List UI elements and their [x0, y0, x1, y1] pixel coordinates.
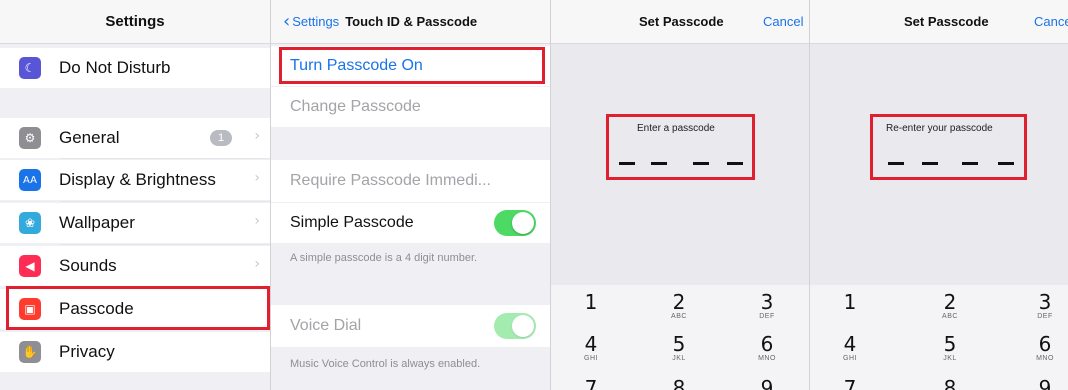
set-passcode-title: Set Passcode	[904, 14, 989, 29]
chevron-right-icon: ›	[254, 213, 260, 229]
change-passcode-button: Change Passcode	[271, 87, 550, 127]
require-passcode-label: Require Passcode Immedi...	[290, 172, 491, 189]
voice-dial-note: Music Voice Control is always enabled.	[290, 358, 481, 370]
key-4[interactable]: 4 GHI	[810, 333, 890, 362]
key-2[interactable]: 2 ABC	[639, 291, 719, 320]
settings-item-label: Sounds	[59, 256, 117, 275]
set-passcode-navbar: Set Passcode Cance	[810, 0, 1068, 44]
change-passcode-label: Change Passcode	[290, 98, 421, 115]
key-1[interactable]: 1	[810, 291, 890, 313]
key-8[interactable]: 8	[910, 377, 990, 390]
divider	[60, 244, 270, 245]
voice-dial-label: Voice Dial	[290, 317, 362, 334]
key-1[interactable]: 1	[551, 291, 631, 313]
gear-icon: ⚙	[19, 127, 41, 149]
key-4[interactable]: 4 GHI	[551, 333, 631, 362]
simple-passcode-row: Simple Passcode	[271, 203, 550, 243]
settings-item-general[interactable]: ⚙ General 1 ›	[0, 118, 270, 158]
back-label: Settings	[292, 14, 340, 29]
aa-icon: AA	[19, 169, 41, 191]
hand-icon: ✋	[19, 341, 41, 363]
highlight-box	[279, 47, 545, 84]
numeric-keypad: 1 2 ABC 3 DEF 4 GHI 5 JKL 6 MNO 7 8 9	[551, 285, 809, 390]
settings-item-display-brightness[interactable]: AA Display & Brightness ›	[0, 160, 270, 200]
simple-passcode-toggle[interactable]	[494, 210, 536, 236]
settings-item-do-not-disturb[interactable]: ☾ Do Not Disturb	[0, 48, 270, 88]
highlight-box	[6, 286, 270, 330]
voice-dial-row: Voice Dial	[271, 305, 550, 347]
settings-item-label: Display & Brightness	[59, 170, 216, 189]
flower-icon: ❀	[19, 212, 41, 234]
moon-icon: ☾	[19, 57, 41, 79]
key-3[interactable]: 3 DEF	[1005, 291, 1068, 320]
numeric-keypad: 1 2 ABC 3 DEF 4 GHI 5 JKL 6 MNO 7 8 9	[810, 285, 1068, 390]
key-7[interactable]: 7	[810, 377, 890, 390]
highlight-box	[870, 114, 1027, 180]
chevron-right-icon: ›	[254, 170, 260, 186]
touch-id-panel: ‹ Settings Touch ID & Passcode Turn Pass…	[270, 0, 550, 390]
settings-item-label: Do Not Disturb	[59, 58, 171, 77]
highlight-box	[606, 114, 755, 180]
settings-item-label: General	[59, 128, 120, 147]
speaker-icon: ◀	[19, 255, 41, 277]
require-passcode-row: Require Passcode Immedi...	[271, 160, 550, 202]
key-5[interactable]: 5 JKL	[910, 333, 990, 362]
key-6[interactable]: 6 MNO	[727, 333, 807, 362]
key-9[interactable]: 9	[727, 377, 807, 390]
simple-passcode-label: Simple Passcode	[290, 214, 414, 231]
chevron-right-icon: ›	[254, 128, 260, 144]
chevron-right-icon: ›	[254, 256, 260, 272]
divider	[60, 158, 270, 159]
key-8[interactable]: 8	[639, 377, 719, 390]
back-button[interactable]: ‹ Settings	[283, 11, 339, 32]
touch-id-title: Touch ID & Passcode	[345, 14, 478, 29]
settings-item-label: Wallpaper	[59, 213, 135, 232]
key-5[interactable]: 5 JKL	[639, 333, 719, 362]
simple-passcode-note: A simple passcode is a 4 digit number.	[290, 252, 478, 264]
set-passcode-panel-reenter: Set Passcode Cance Re-enter your passcod…	[809, 0, 1068, 390]
settings-item-wallpaper[interactable]: ❀ Wallpaper ›	[0, 203, 270, 243]
key-6[interactable]: 6 MNO	[1005, 333, 1068, 362]
settings-title: Settings	[105, 13, 165, 30]
cancel-button[interactable]: Cancel	[763, 14, 803, 29]
settings-item-label: Privacy	[59, 342, 115, 361]
chevron-left-icon: ‹	[283, 11, 291, 32]
voice-dial-toggle	[494, 313, 536, 339]
settings-item-sounds[interactable]: ◀ Sounds ›	[0, 246, 270, 286]
toggle-knob	[512, 315, 534, 337]
settings-navbar: Settings	[0, 0, 270, 44]
key-9[interactable]: 9	[1005, 377, 1068, 390]
touch-id-navbar: ‹ Settings Touch ID & Passcode	[271, 0, 550, 44]
settings-item-privacy[interactable]: ✋ Privacy	[0, 332, 270, 372]
set-passcode-title: Set Passcode	[639, 14, 724, 29]
set-passcode-panel-enter: Set Passcode Cancel Enter a passcode 1 2…	[550, 0, 809, 390]
key-7[interactable]: 7	[551, 377, 631, 390]
settings-panel: Settings ☾ Do Not Disturb ⚙ General 1 › …	[0, 0, 270, 390]
set-passcode-navbar: Set Passcode Cancel	[551, 0, 809, 44]
toggle-knob	[512, 212, 534, 234]
divider	[60, 201, 270, 202]
cancel-button[interactable]: Cance	[1034, 14, 1068, 29]
key-3[interactable]: 3 DEF	[727, 291, 807, 320]
notification-badge: 1	[210, 130, 232, 146]
key-2[interactable]: 2 ABC	[910, 291, 990, 320]
